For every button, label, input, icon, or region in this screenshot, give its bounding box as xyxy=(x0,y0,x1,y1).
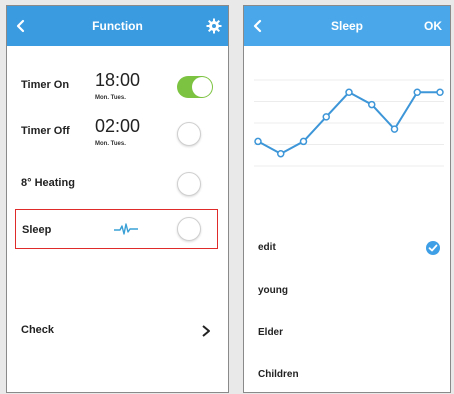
sleep-option-young[interactable]: young xyxy=(244,277,450,307)
check-label: Check xyxy=(21,324,55,336)
page-title: Function xyxy=(92,19,143,33)
back-arrow-icon[interactable] xyxy=(13,18,29,34)
sleep-row[interactable]: Sleep xyxy=(15,209,218,249)
timer-on-time[interactable]: 18:00 xyxy=(95,70,140,91)
timer-off-days: Mon. Tues. xyxy=(95,141,126,147)
pulse-icon xyxy=(114,223,138,235)
sleep-screen: Sleep OK edit young Elder Children xyxy=(243,5,451,393)
curve-point[interactable] xyxy=(299,137,308,146)
gear-icon[interactable] xyxy=(206,18,222,34)
sleep-option-children[interactable]: Children xyxy=(244,361,450,391)
option-label: edit xyxy=(258,242,276,253)
timer-off-row[interactable]: Timer Off 02:00 Mon. Tues. xyxy=(7,113,228,153)
curve-point[interactable] xyxy=(413,88,421,97)
timer-on-label: Timer On xyxy=(21,79,70,91)
timer-off-time[interactable]: 02:00 xyxy=(95,116,140,137)
option-label: young xyxy=(258,285,288,296)
ok-button[interactable]: OK xyxy=(424,19,442,33)
heating-row[interactable]: 8° Heating xyxy=(7,166,228,200)
sleep-header: Sleep OK xyxy=(244,6,450,46)
check-row[interactable]: Check xyxy=(7,316,228,346)
back-arrow-icon[interactable] xyxy=(250,18,266,34)
function-screen: Function Timer On 18:00 Mon. Tues. Timer… xyxy=(6,5,229,393)
page-title: Sleep xyxy=(330,19,363,33)
curve-point[interactable] xyxy=(254,137,262,146)
heating-toggle[interactable] xyxy=(177,172,201,196)
curve-point[interactable] xyxy=(368,100,376,109)
sleep-toggle[interactable] xyxy=(177,217,201,241)
function-header: Function xyxy=(7,6,228,46)
curve-point[interactable] xyxy=(322,113,330,121)
timer-on-row[interactable]: Timer On 18:00 Mon. Tues. xyxy=(7,68,228,108)
sleep-option-elder[interactable]: Elder xyxy=(244,319,450,349)
chevron-right-icon xyxy=(202,325,210,337)
curve-point[interactable] xyxy=(277,149,285,158)
sleep-label: Sleep xyxy=(22,224,52,236)
curve-point[interactable] xyxy=(345,88,353,97)
option-label: Children xyxy=(258,369,299,380)
curve-point[interactable] xyxy=(390,125,399,133)
option-label: Elder xyxy=(258,327,284,338)
sleep-curve-chart[interactable] xyxy=(254,66,444,181)
sleep-option-edit[interactable]: edit xyxy=(244,234,450,264)
timer-on-days: Mon. Tues. xyxy=(95,95,126,101)
timer-off-label: Timer Off xyxy=(21,125,70,137)
check-circle-icon xyxy=(426,241,440,255)
curve-point[interactable] xyxy=(436,88,444,97)
timer-on-toggle[interactable] xyxy=(177,76,213,98)
timer-off-toggle[interactable] xyxy=(177,122,201,146)
heating-label: 8° Heating xyxy=(21,177,75,189)
